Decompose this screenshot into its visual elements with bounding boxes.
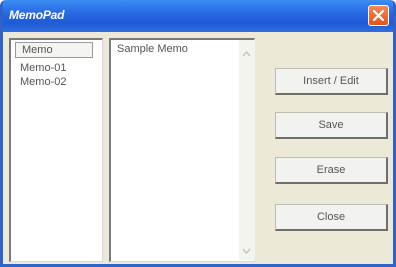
memo-editor[interactable]: Sample Memo [109, 38, 255, 262]
memopad-window: MemoPad Memo Memo-01 Memo-02 Sample Memo [0, 0, 396, 267]
memo-list[interactable]: Memo Memo-01 Memo-02 [9, 38, 103, 262]
scroll-down-icon[interactable] [240, 245, 253, 257]
close-icon [373, 10, 384, 21]
memo-scrollbar[interactable] [239, 40, 255, 260]
memo-list-header[interactable]: Memo [15, 42, 93, 58]
window-title: MemoPad [9, 8, 65, 22]
erase-button[interactable]: Erase [275, 157, 388, 184]
insert-edit-button[interactable]: Insert / Edit [275, 68, 388, 95]
window-close-button[interactable] [368, 5, 389, 26]
memo-list-item[interactable]: Memo-01 [20, 62, 66, 74]
memo-text[interactable]: Sample Memo [117, 43, 188, 55]
save-button[interactable]: Save [275, 112, 388, 139]
client-area: Memo Memo-01 Memo-02 Sample Memo [9, 38, 255, 262]
scroll-up-icon[interactable] [240, 48, 253, 60]
title-bar[interactable]: MemoPad [3, 0, 393, 32]
close-button[interactable]: Close [275, 204, 388, 231]
memo-list-item[interactable]: Memo-02 [20, 76, 66, 88]
